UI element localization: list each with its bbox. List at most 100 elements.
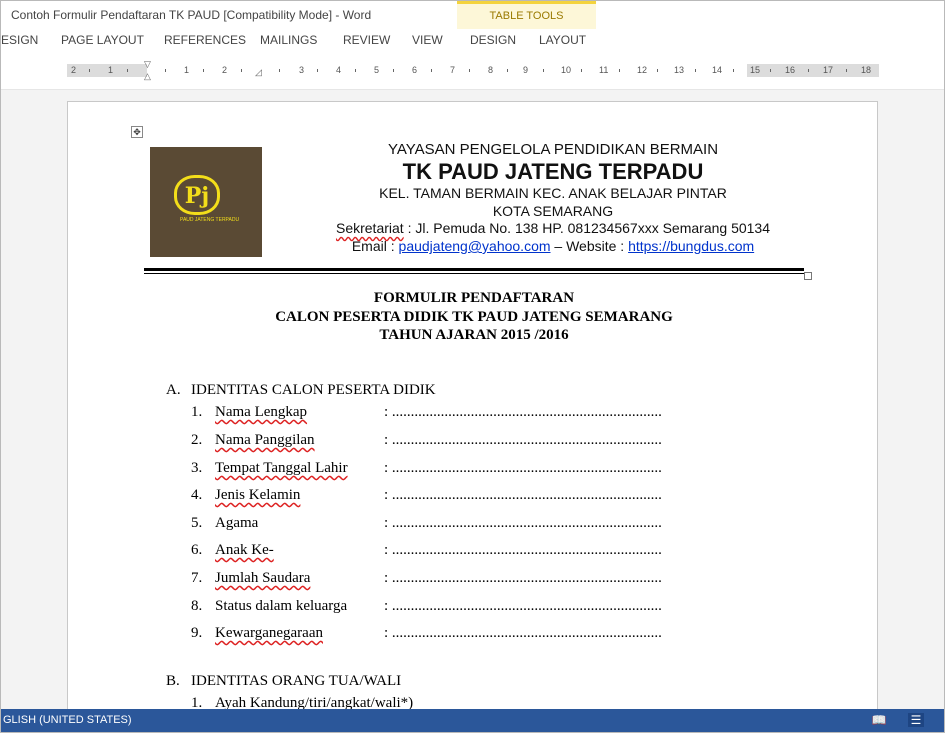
foundation-name: YAYASAN PENGELOLA PENDIDIKAN BERMAIN	[387, 141, 719, 158]
tab-review[interactable]: REVIEW	[343, 33, 390, 47]
ruler-tick	[846, 69, 847, 72]
first-line-indent-marker[interactable]: ▽	[144, 60, 151, 69]
ruler-label: 14	[712, 65, 723, 75]
tab-references[interactable]: REFERENCES	[164, 33, 246, 47]
website-link[interactable]: https://bungdus.com	[628, 238, 754, 254]
field-fill-line[interactable]: : ......................................…	[384, 515, 662, 532]
school-logo: Pj PAUD JATENG TERPADU	[150, 147, 262, 257]
ruler-tick	[431, 69, 432, 72]
ruler-label: 2	[222, 65, 228, 75]
ruler-tick	[241, 69, 242, 72]
field-label-nama-lengkap: Nama Lengkap	[215, 404, 308, 420]
field-number: 5.	[191, 515, 203, 531]
status-bar: GLISH (UNITED STATES) 📖 ☰	[1, 709, 944, 732]
field-label-agama: Agama	[215, 515, 259, 531]
table-resize-handle[interactable]	[804, 272, 812, 280]
ruler-label: 12	[637, 65, 648, 75]
ribbon-tabs: ESIGN PAGE LAYOUT REFERENCES MAILINGS RE…	[1, 29, 944, 53]
field-label-tempat-tanggal-lahir: Tempat Tanggal Lahir	[215, 460, 348, 476]
tab-table-layout[interactable]: LAYOUT	[539, 33, 586, 47]
ruler-tick	[165, 69, 166, 72]
field-number: 6.	[191, 542, 203, 558]
ruler-label: 8	[488, 65, 494, 75]
section-b-letter: B.	[166, 673, 180, 689]
field-label-jumlah-saudara: Jumlah Saudara	[215, 570, 311, 586]
logo-subtext: PAUD JATENG TERPADU	[180, 217, 240, 223]
language-indicator[interactable]: GLISH (UNITED STATES)	[3, 714, 132, 726]
ruler-tick	[581, 69, 582, 72]
field-number: 4.	[191, 487, 203, 503]
form-subtitle: CALON PESERTA DIDIK TK PAUD JATENG SEMAR…	[275, 309, 673, 325]
field-label-jenis-kelamin: Jenis Kelamin	[215, 487, 301, 503]
ruler-tick	[695, 69, 696, 72]
field-number: 9.	[191, 625, 203, 641]
read-mode-icon[interactable]: 📖	[871, 713, 887, 727]
ruler-tick	[469, 69, 470, 72]
field-fill-line[interactable]: : ......................................…	[384, 625, 662, 642]
ruler-label: 13	[674, 65, 685, 75]
field-fill-line[interactable]: : ......................................…	[384, 570, 662, 587]
address-line: Sekretariat : Jl. Pemuda No. 138 HP. 081…	[303, 220, 803, 236]
ruler-tick	[770, 69, 771, 72]
tab-view[interactable]: VIEW	[412, 33, 443, 47]
ruler-tick	[317, 69, 318, 72]
field-number: 2.	[191, 432, 203, 448]
ruler-label: 4	[336, 65, 342, 75]
form-year: TAHUN AJARAN 2015 /2016	[379, 327, 569, 343]
ruler-label: 18	[861, 65, 872, 75]
field-label-anak-ke: Anak Ke-	[215, 542, 274, 558]
header-rule-thin	[144, 273, 804, 274]
table-tools-label: TABLE TOOLS	[489, 10, 564, 22]
ruler-tick	[127, 69, 128, 72]
print-layout-icon[interactable]: ☰	[908, 713, 924, 727]
email-link[interactable]: paudjateng@yahoo.com	[399, 238, 551, 254]
ruler-tick	[619, 69, 620, 72]
section-b-heading: IDENTITAS ORANG TUA/WALI	[191, 673, 402, 689]
ruler-label: 5	[374, 65, 380, 75]
subunit-line: KEL. TAMAN BERMAIN KEC. ANAK BELAJAR PIN…	[379, 185, 727, 201]
field-label-nama-panggilan: Nama Panggilan	[215, 432, 315, 448]
field-fill-line[interactable]: : ......................................…	[384, 460, 662, 477]
hanging-indent-marker[interactable]: △	[144, 72, 151, 81]
tab-mailings[interactable]: MAILINGS	[260, 33, 317, 47]
ruler-tick	[279, 69, 280, 72]
ruler-tick	[89, 69, 90, 72]
form-title: FORMULIR PENDAFTARAN	[373, 290, 575, 306]
field-fill-line[interactable]: : ......................................…	[384, 432, 662, 449]
word-window: Contoh Formulir Pendaftaran TK PAUD [Com…	[0, 0, 945, 733]
field-fill-line[interactable]: : ......................................…	[384, 598, 662, 615]
tab-page-layout[interactable]: PAGE LAYOUT	[61, 33, 144, 47]
ruler-tick	[507, 69, 508, 72]
header-rule-thick	[144, 268, 804, 271]
ruler-label: 11	[599, 65, 609, 75]
ruler-tick	[657, 69, 658, 72]
table-move-handle-icon[interactable]: ✥	[131, 126, 143, 138]
email-label: Email :	[351, 238, 399, 254]
field-number: 3.	[191, 460, 203, 476]
ruler-tick	[203, 69, 204, 72]
field-fill-line[interactable]: : ......................................…	[384, 487, 662, 504]
ruler-label: 2	[71, 65, 77, 75]
field-fill-line[interactable]: : ......................................…	[384, 542, 662, 559]
ruler-label: 16	[785, 65, 796, 75]
field-number: 7.	[191, 570, 203, 586]
ruler-label: 17	[823, 65, 834, 75]
field-number: 8.	[191, 598, 203, 614]
ruler-tick	[393, 69, 394, 72]
field-fill-line[interactable]: : ......................................…	[384, 404, 662, 421]
logo-mark: Pj	[174, 175, 220, 215]
contact-line: Email : paudjateng@yahoo.com – Website :…	[303, 238, 803, 254]
tab-design-partial[interactable]: ESIGN	[1, 33, 38, 47]
document-page[interactable]: ✥ Pj PAUD JATENG TERPADU YAYASAN PENGELO…	[67, 101, 878, 721]
ruler-label: 1	[184, 65, 190, 75]
ruler-label: 9	[523, 65, 529, 75]
section-a-letter: A.	[166, 382, 181, 398]
ruler-label: 6	[412, 65, 418, 75]
ruler-label: 1	[108, 65, 114, 75]
tab-table-design[interactable]: DESIGN	[470, 33, 516, 47]
table-column-marker[interactable]: ◿	[255, 68, 262, 77]
horizontal-ruler[interactable]: 2 1 1 2 3 4 5 6 7 8 9 10 11 12 13 14 15 …	[67, 60, 879, 81]
address-prefix: Sekretariat	[335, 220, 404, 236]
field-label-kewarganegaraan: Kewarganegaraan	[215, 625, 323, 641]
ruler-label: 15	[750, 65, 761, 75]
